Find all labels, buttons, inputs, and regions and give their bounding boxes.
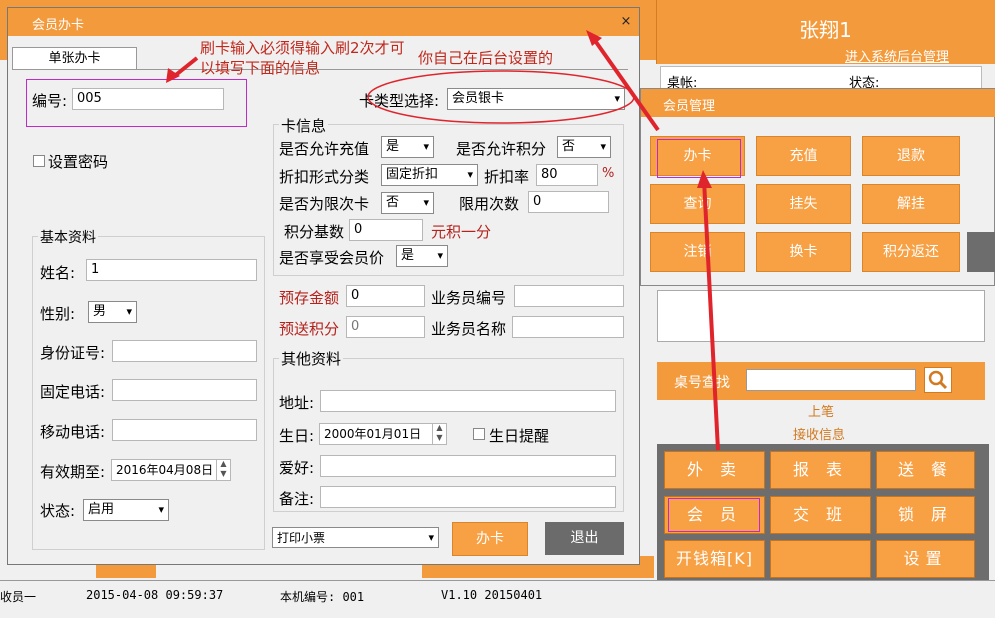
card-type-ellipse <box>367 70 635 124</box>
arrowhead-backend <box>586 30 602 46</box>
arrow-to-backend-note <box>594 40 660 132</box>
arrowhead-issue-card <box>697 170 712 188</box>
arrowhead-number <box>166 68 180 83</box>
arrow-to-issue-card <box>702 179 720 451</box>
annotation-arrows <box>166 30 720 451</box>
